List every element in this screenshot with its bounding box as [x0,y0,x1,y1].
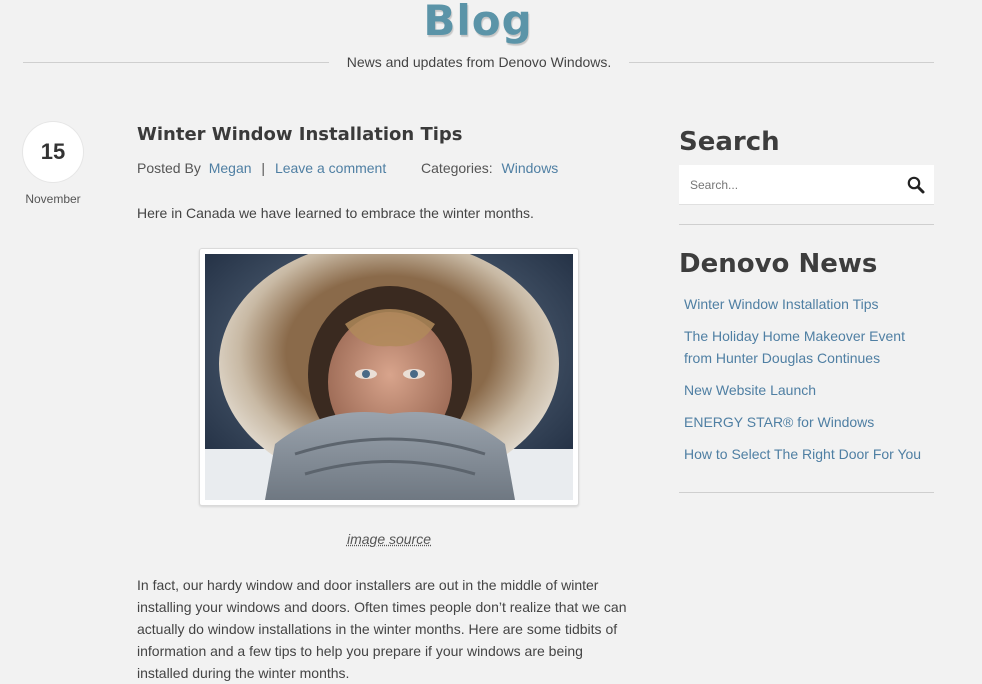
search-heading: Search [679,127,780,157]
list-item: Winter Window Installation Tips [684,293,934,315]
header-divider-left [23,62,329,63]
category-link[interactable]: Windows [502,160,559,176]
header-divider-right [629,62,934,63]
sidebar-divider-bottom [679,492,934,493]
sidebar-divider [679,224,934,225]
news-link[interactable]: New Website Launch [684,382,816,398]
post-image [199,248,579,506]
leave-comment-link[interactable]: Leave a comment [275,160,386,176]
search-icon[interactable] [906,175,926,195]
news-heading: Denovo News [679,249,878,279]
blog-page: Blog News and updates from Denovo Window… [0,0,982,684]
categories-label: Categories: [421,160,493,176]
posted-by-label: Posted By [137,160,201,176]
image-source-link[interactable]: image source [347,531,431,547]
page-title: Blog [423,0,533,45]
search-input[interactable] [679,165,899,204]
list-item: New Website Launch [684,379,934,401]
news-link[interactable]: The Holiday Home Makeover Event from Hun… [684,328,905,366]
list-item: ENERGY STAR® for Windows [684,411,934,433]
post-intro: Here in Canada we have learned to embrac… [137,205,534,221]
author-link[interactable]: Megan [209,160,252,176]
post-date-day: 15 [23,122,83,182]
image-source-caption: image source [199,531,579,547]
news-link[interactable]: How to Select The Right Door For You [684,446,921,462]
post-title[interactable]: Winter Window Installation Tips [137,124,463,145]
news-list: Winter Window Installation Tips The Holi… [684,293,934,475]
post-meta: Posted By Megan | Leave a comment Catego… [137,160,558,176]
page-tagline: News and updates from Denovo Windows. [346,54,612,70]
post-body-paragraph: In fact, our hardy window and door insta… [137,577,627,681]
news-link[interactable]: Winter Window Installation Tips [684,296,879,312]
list-item: The Holiday Home Makeover Event from Hun… [684,325,934,369]
post-date-month: November [25,192,81,206]
meta-separator: | [261,160,266,176]
child-in-fur-hood-photo [205,254,573,500]
news-link[interactable]: ENERGY STAR® for Windows [684,414,874,430]
search-form [679,165,934,204]
list-item: How to Select The Right Door For You [684,443,934,465]
